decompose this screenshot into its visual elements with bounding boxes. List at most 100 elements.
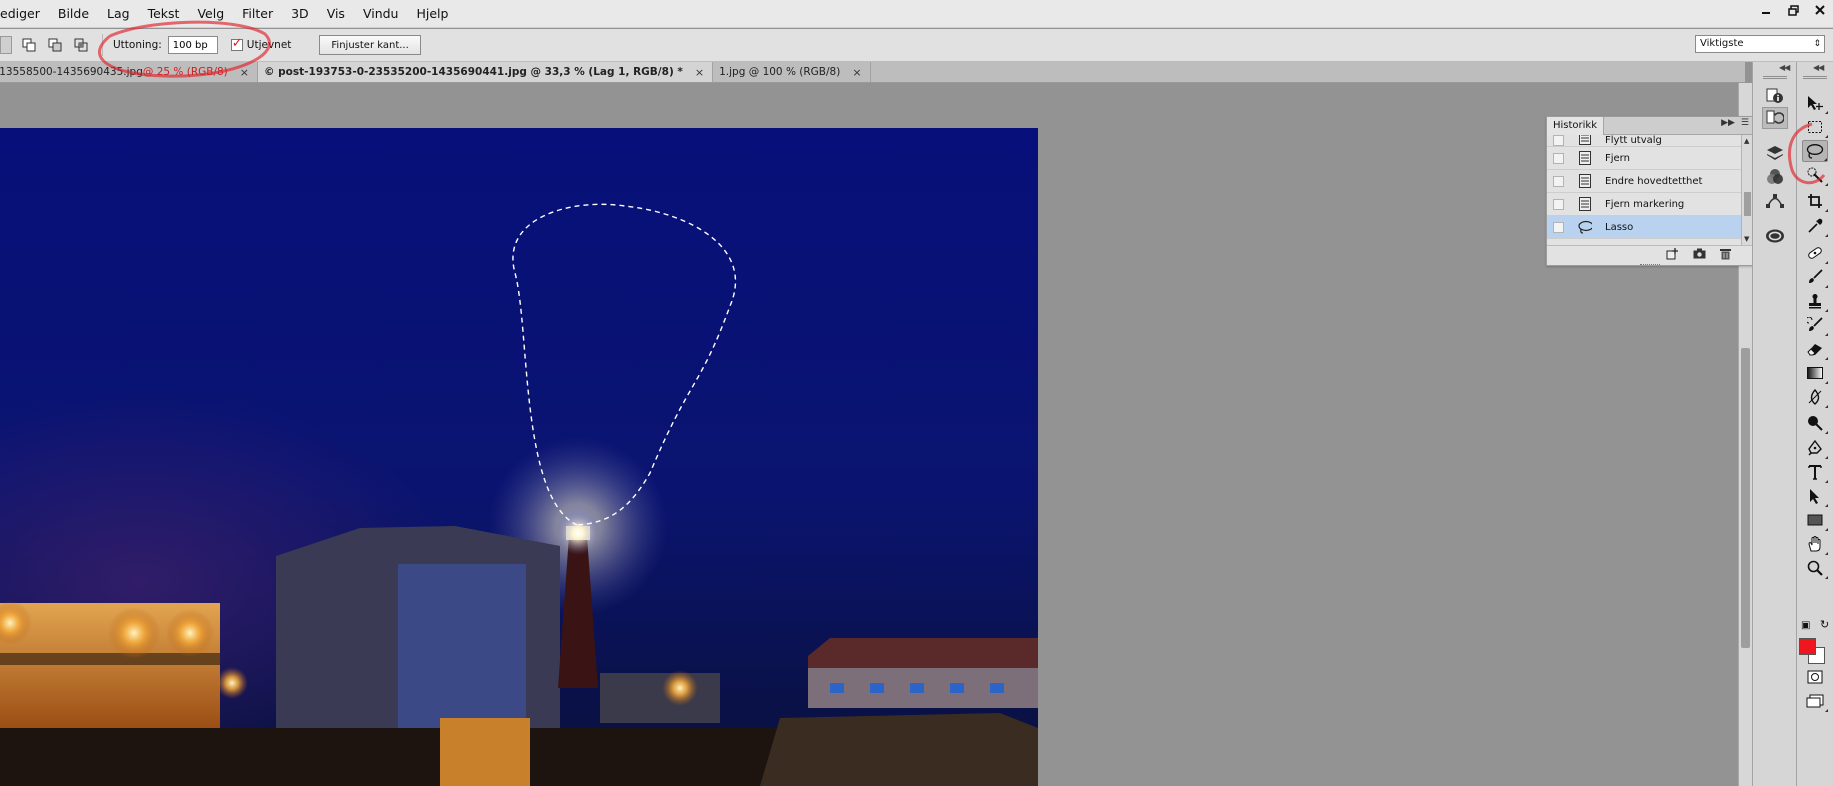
history-source-checkbox[interactable] (1553, 175, 1564, 187)
history-item-label: Fjern markering (1605, 198, 1685, 210)
tab-close-icon[interactable]: × (695, 66, 704, 79)
menu-3d[interactable]: 3D (282, 0, 318, 28)
zoom-tool-icon[interactable] (1802, 557, 1828, 579)
eyedropper-tool-icon[interactable] (1802, 215, 1828, 237)
tab-2-title: © post-193753-0-23535200-1435690441.jpg … (264, 66, 683, 78)
tab-close-icon[interactable]: × (240, 66, 249, 79)
menu-view[interactable]: Vis (318, 0, 354, 28)
scroll-up-icon[interactable]: ▲ (1744, 137, 1749, 145)
type-tool-icon[interactable] (1802, 461, 1828, 483)
canvas-area[interactable] (0, 83, 1738, 786)
move-tool-icon[interactable] (1802, 92, 1828, 114)
options-divider (102, 34, 103, 56)
menu-type[interactable]: Tekst (139, 0, 189, 28)
close-icon[interactable] (1807, 0, 1833, 20)
menu-window[interactable]: Vindu (354, 0, 408, 28)
history-item-selected[interactable]: Lasso (1547, 216, 1753, 239)
scroll-down-icon[interactable]: ▼ (1744, 235, 1749, 243)
document-tab-1[interactable]: -0-13558500-1435690435.jpg @ 25 % (RGB/8… (0, 62, 258, 82)
brush-tool-icon[interactable] (1802, 266, 1828, 288)
menu-select[interactable]: Velg (188, 0, 233, 28)
marquee-tool-icon[interactable] (1802, 116, 1828, 138)
history-footer (1547, 245, 1753, 264)
channels-icon[interactable] (1762, 166, 1788, 188)
history-item-label: Endre hovedtetthet (1605, 175, 1703, 187)
lasso-tool-icon[interactable] (1802, 140, 1828, 162)
quick-select-tool-icon[interactable] (1802, 164, 1828, 186)
document-tab-2[interactable]: © post-193753-0-23535200-1435690441.jpg … (258, 62, 714, 82)
new-selection-icon[interactable] (0, 36, 12, 54)
history-item[interactable]: Fjern markering (1547, 193, 1753, 216)
history-source-checkbox[interactable] (1553, 198, 1564, 210)
refine-edge-button[interactable]: Finjuster kant... (319, 35, 421, 55)
history-scroll-thumb[interactable] (1744, 192, 1751, 216)
path-selection-tool-icon[interactable] (1802, 485, 1828, 507)
paths-icon[interactable] (1762, 190, 1788, 212)
menu-bar: ediger Bilde Lag Tekst Velg Filter 3D Vi… (0, 0, 1833, 28)
antialias-checkbox[interactable] (230, 36, 243, 51)
dodge-tool-icon[interactable] (1802, 412, 1828, 434)
history-list: Flytt utvalg Fjern Endre hovedtetthet Fj… (1547, 135, 1753, 245)
document-icon (1578, 173, 1592, 189)
crop-tool-icon[interactable] (1802, 190, 1828, 212)
foreground-color-swatch[interactable] (1799, 638, 1816, 655)
layers-icon[interactable] (1762, 142, 1788, 164)
tools-grip[interactable] (1803, 76, 1827, 79)
info-icon[interactable] (1762, 85, 1788, 107)
snapshot-camera-icon[interactable] (1693, 248, 1706, 262)
menu-help[interactable]: Hjelp (407, 0, 457, 28)
history-item[interactable]: Fjern (1547, 147, 1753, 170)
document-tabs: -0-13558500-1435690435.jpg @ 25 % (RGB/8… (0, 62, 1745, 83)
swap-colors-icon[interactable]: ↻ (1820, 618, 1829, 631)
rectangle-tool-icon[interactable] (1802, 509, 1828, 531)
tools-collapse-icon[interactable]: ◀◀ (1813, 63, 1824, 72)
default-colors-icon[interactable]: ▣ (1801, 620, 1810, 631)
add-to-selection-icon[interactable] (20, 36, 38, 54)
document-tab-3[interactable]: 1.jpg @ 100 % (RGB/8) × (713, 62, 871, 82)
restore-icon[interactable] (1780, 0, 1806, 20)
trash-icon[interactable] (1720, 248, 1731, 263)
blur-tool-icon[interactable] (1802, 386, 1828, 408)
feather-input[interactable] (167, 36, 218, 54)
collapse-panel-icon[interactable]: ▶▶ (1721, 118, 1735, 128)
window-controls (1752, 0, 1833, 22)
tab-close-icon[interactable]: × (852, 66, 861, 79)
menu-edit[interactable]: ediger (0, 0, 49, 28)
scrollbar-thumb[interactable] (1741, 348, 1750, 648)
history-source-checkbox[interactable] (1553, 152, 1564, 164)
history-panel-header: Historikk ▶▶ ☰ (1547, 116, 1753, 135)
quick-mask-icon[interactable] (1802, 666, 1828, 688)
gradient-tool-icon[interactable] (1802, 362, 1828, 384)
eraser-tool-icon[interactable] (1802, 338, 1828, 360)
menu-layer[interactable]: Lag (98, 0, 139, 28)
clone-stamp-tool-icon[interactable] (1802, 290, 1828, 312)
subtract-from-selection-icon[interactable] (46, 36, 64, 54)
menu-filter[interactable]: Filter (233, 0, 282, 28)
options-bar: Uttoning: Utjevnet Finjuster kant... Vik… (0, 29, 1833, 62)
hand-tool-icon[interactable] (1802, 533, 1828, 555)
select-arrows-icon: ⇕ (1813, 39, 1821, 49)
history-tab[interactable]: Historikk (1547, 116, 1605, 135)
minimize-icon[interactable] (1753, 0, 1779, 20)
new-document-from-state-icon[interactable] (1666, 247, 1679, 263)
creative-cloud-icon[interactable] (1762, 225, 1788, 247)
history-item[interactable]: Flytt utvalg (1547, 135, 1753, 147)
photoshop-window: ediger Bilde Lag Tekst Velg Filter 3D Vi… (0, 0, 1833, 786)
history-icon[interactable] (1762, 107, 1788, 129)
history-source-checkbox[interactable] (1553, 221, 1564, 233)
history-source-checkbox[interactable] (1553, 135, 1564, 146)
menu-image[interactable]: Bilde (49, 0, 98, 28)
healing-brush-tool-icon[interactable] (1802, 242, 1828, 264)
pen-tool-icon[interactable] (1802, 437, 1828, 459)
dock-collapse-icon[interactable]: ◀◀ (1779, 63, 1790, 72)
workspace-select[interactable]: Viktigste ⇕ (1695, 35, 1825, 53)
document-image[interactable] (0, 128, 1038, 786)
dock-grip[interactable] (1763, 76, 1787, 79)
history-item[interactable]: Endre hovedtetthet (1547, 170, 1753, 193)
intersect-selection-icon[interactable] (72, 36, 90, 54)
history-brush-tool-icon[interactable] (1802, 314, 1828, 336)
panel-resize-grip[interactable] (1640, 264, 1660, 268)
workspace-value: Viktigste (1700, 38, 1744, 49)
panel-menu-icon[interactable]: ☰ (1741, 118, 1749, 128)
screen-mode-icon[interactable] (1802, 690, 1828, 712)
